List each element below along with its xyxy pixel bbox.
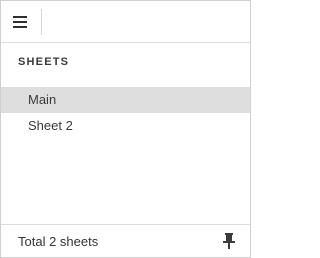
hamburger-menu-icon[interactable]	[9, 10, 33, 34]
sheet-list: Main Sheet 2	[1, 87, 250, 139]
panel-toolbar	[1, 1, 250, 43]
toolbar-divider	[41, 9, 42, 35]
sheets-panel: SHEETS Main Sheet 2 Total 2 sheets	[0, 0, 251, 258]
sheet-item-sheet-2[interactable]: Sheet 2	[1, 113, 250, 139]
panel-footer: Total 2 sheets	[1, 224, 250, 257]
sheets-section-title: SHEETS	[18, 56, 70, 68]
pin-icon[interactable]	[221, 232, 237, 250]
total-sheets-label: Total 2 sheets	[18, 234, 99, 249]
sheet-item-main[interactable]: Main	[1, 87, 250, 113]
